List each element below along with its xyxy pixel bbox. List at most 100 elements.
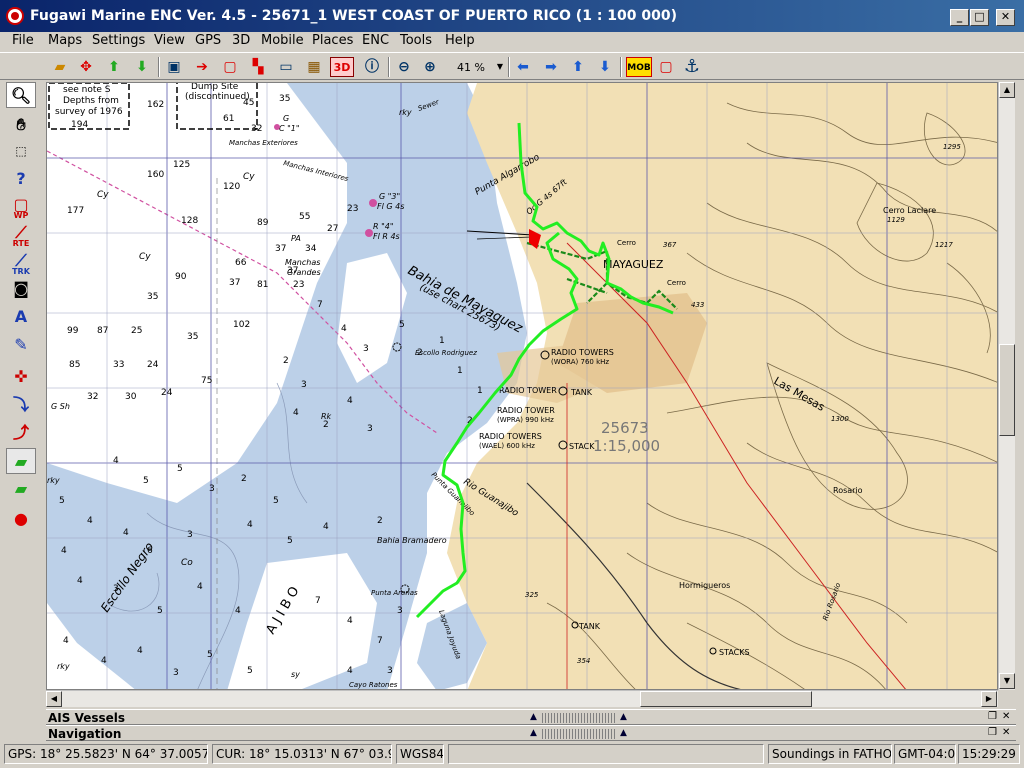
svg-text:3: 3	[301, 380, 307, 390]
wpra-label: (WPRA) 990 kHz	[497, 416, 554, 424]
svg-text:4: 4	[247, 520, 253, 530]
mayaguez-label: MAYAGUEZ	[603, 258, 664, 271]
vertical-scroll-thumb[interactable]	[999, 344, 1015, 436]
move-arrows-icon[interactable]: ✥	[76, 57, 96, 77]
chart-image-icon[interactable]: ▦	[304, 57, 324, 77]
pan-up-icon[interactable]: ⬆	[568, 57, 588, 77]
hand-pan-icon[interactable]: ✋︎	[6, 112, 36, 138]
svg-text:2: 2	[377, 516, 383, 526]
navigation-panel[interactable]: Navigation ▲ ▲ ❐ ✕	[46, 725, 1016, 741]
panel-grip[interactable]	[542, 713, 616, 723]
menu-settings[interactable]: Settings	[92, 33, 145, 48]
panel-left-arrow-icon[interactable]: ▲	[530, 712, 537, 722]
svg-text:2: 2	[283, 356, 289, 366]
rk-label: Rk	[321, 412, 332, 421]
map-layer-down-icon[interactable]: ⬇	[132, 57, 152, 77]
close-button[interactable]: ✕	[996, 9, 1015, 26]
panel-right-arrow-icon[interactable]: ▲	[620, 712, 627, 722]
pan-right-icon[interactable]: ➡	[541, 57, 561, 77]
info-icon[interactable]: ⓘ	[362, 57, 382, 77]
route-link-icon[interactable]: ⤵	[6, 392, 36, 418]
map-layer-up-icon[interactable]: ⬆	[104, 57, 124, 77]
panel-right-arrow-icon[interactable]: ▲	[620, 728, 627, 738]
horizontal-scrollbar[interactable]: ◀ ▶	[46, 690, 998, 707]
app-compass-icon[interactable]	[6, 7, 24, 25]
crosshair-icon[interactable]: ✜	[6, 364, 36, 390]
scroll-down-icon[interactable]: ▼	[999, 673, 1015, 689]
survey-label: survey of 1976	[55, 107, 123, 117]
scroll-right-icon[interactable]: ▶	[981, 691, 997, 707]
mob-button[interactable]: MOB	[626, 57, 652, 77]
panel-grip[interactable]	[542, 729, 616, 739]
screen-icon[interactable]: ▭	[276, 57, 296, 77]
frame-icon[interactable]: ▢	[220, 57, 240, 77]
escollo-rodriguez-label: Escollo Rodriguez	[415, 349, 477, 357]
menu-3d[interactable]: 3D	[232, 33, 250, 48]
zoom-out-icon[interactable]: ⊖	[394, 57, 414, 77]
text-tool-icon[interactable]: A	[6, 304, 36, 330]
waypoint-tool[interactable]: ▢ WP	[6, 192, 36, 220]
pan-down-icon[interactable]: ⬇	[595, 57, 615, 77]
track-tool[interactable]: ⟋ TRK	[6, 248, 36, 276]
sy-label: sy	[291, 670, 300, 679]
camera-icon[interactable]: ◙	[6, 276, 36, 302]
panel-restore-icon[interactable]: ❐	[988, 711, 997, 722]
zoom-level[interactable]: 41 %	[457, 61, 485, 74]
buoy-r4-icon[interactable]	[365, 229, 373, 237]
nautical-chart[interactable]: 162 45 35 1946132 160125120 177128 89 55232…	[47, 83, 998, 690]
light-g3-char: Fl G 4s	[377, 202, 404, 211]
svg-text:3: 3	[363, 344, 369, 354]
zoom-dropdown-icon[interactable]: ▼	[490, 57, 510, 77]
zoom-in-icon[interactable]: ⊕	[420, 57, 440, 77]
ais-vessels-panel[interactable]: AIS Vessels ▲ ▲ ❐ ✕	[46, 709, 1016, 725]
open-folder-icon[interactable]: ▰	[50, 57, 70, 77]
window-icon[interactable]: ▣	[164, 57, 184, 77]
title-bar[interactable]: Fugawi Marine ENC Ver. 4.5 - 25671_1 WES…	[0, 0, 1024, 32]
buoy-g1-icon[interactable]	[274, 124, 280, 130]
minimize-button[interactable]: _	[950, 9, 969, 26]
panel-close-icon[interactable]: ✕	[1002, 711, 1010, 722]
anchor-icon[interactable]: ⚓	[682, 57, 702, 77]
light-g3-label: G "3"	[379, 192, 400, 201]
menu-tools[interactable]: Tools	[400, 33, 432, 48]
chart-view[interactable]: 162 45 35 194 61 32 160 125 120 177 128 89 55 23 2…	[46, 82, 998, 690]
buoy-g3-icon[interactable]	[369, 199, 377, 207]
three-d-button[interactable]: 3D	[330, 57, 354, 77]
layer-up-icon[interactable]: ▰	[6, 476, 36, 502]
vertical-scrollbar[interactable]: ▲ ▼	[998, 82, 1015, 690]
scroll-left-icon[interactable]: ◀	[46, 691, 62, 707]
route-frame-icon[interactable]: ▚	[248, 57, 268, 77]
layer-toggle-icon[interactable]: ▰	[6, 448, 36, 474]
goto-arrow-icon[interactable]: ➔	[192, 57, 212, 77]
menu-file[interactable]: File	[12, 33, 34, 48]
menu-mobile[interactable]: Mobile	[261, 33, 304, 48]
route-edit-icon[interactable]: ⤴	[6, 420, 36, 446]
waypoint-label: WP	[13, 211, 29, 220]
pencil-icon[interactable]: ✎	[6, 332, 36, 358]
menu-help[interactable]: Help	[445, 33, 475, 48]
svg-text:4: 4	[323, 522, 329, 532]
menu-maps[interactable]: Maps	[48, 33, 82, 48]
svg-text:125: 125	[173, 160, 190, 170]
pan-left-icon[interactable]: ⬅	[513, 57, 533, 77]
manchas-label: Manchas	[285, 258, 320, 267]
menu-enc[interactable]: ENC	[362, 33, 389, 48]
select-rect-icon[interactable]: ⬚	[6, 138, 36, 164]
panel-close-icon[interactable]: ✕	[1002, 727, 1010, 738]
magnifier-tool-icon[interactable]: 🔍︎	[6, 82, 36, 108]
panel-left-arrow-icon[interactable]: ▲	[530, 728, 537, 738]
svg-text:5: 5	[143, 476, 149, 486]
horizontal-scroll-thumb[interactable]	[640, 691, 812, 707]
maximize-button[interactable]: □	[970, 9, 989, 26]
route-tool[interactable]: ⟋ RTE	[6, 220, 36, 248]
mark-icon[interactable]: ▢	[656, 57, 676, 77]
menu-places[interactable]: Places	[312, 33, 353, 48]
manchas-exteriores-label: Manchas Exteriores	[229, 139, 298, 147]
panel-restore-icon[interactable]: ❐	[988, 727, 997, 738]
help-question-icon[interactable]: ?	[6, 166, 36, 192]
record-icon[interactable]: ●	[6, 506, 36, 532]
menu-view[interactable]: View	[154, 33, 185, 48]
menu-gps[interactable]: GPS	[195, 33, 221, 48]
scroll-up-icon[interactable]: ▲	[999, 82, 1015, 98]
svg-text:99: 99	[67, 326, 79, 336]
